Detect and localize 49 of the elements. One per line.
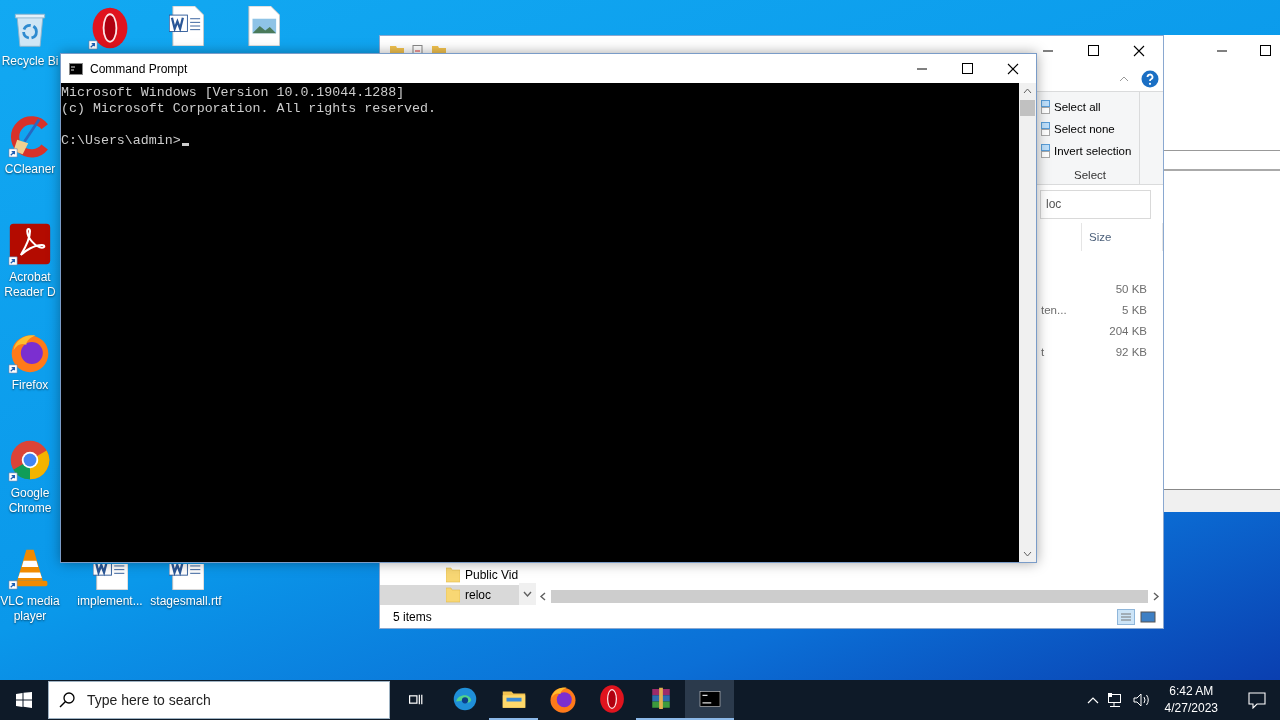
nav-item[interactable]: reloc	[380, 585, 519, 605]
table-cell-text: 92 KB	[1114, 345, 1148, 358]
clock-date[interactable]: 4/27/2023	[1164, 700, 1218, 717]
window-title: Command Prompt	[90, 61, 189, 76]
console-line: Microsoft Windows [Version 10.0.19044.1288]	[61, 85, 405, 100]
search-field[interactable]: Type here to search	[48, 681, 390, 719]
terminal-icon	[69, 62, 83, 75]
table-cell-text: 204 KB	[1108, 324, 1148, 337]
text-cursor	[181, 143, 189, 146]
ribbon-item[interactable]: Invert selection	[1041, 140, 1139, 162]
console-line: C:\Users\admin>	[61, 133, 181, 148]
maximize-icon[interactable]	[962, 62, 973, 74]
search-icon	[59, 692, 75, 708]
table-cell-text: 5 KB	[1121, 303, 1148, 316]
windows-icon	[16, 692, 32, 708]
clock-time[interactable]: 6:42 AM	[1169, 683, 1214, 700]
thumbnail-view-icon[interactable]	[1139, 608, 1157, 625]
taskbar-button[interactable]	[685, 680, 734, 720]
close-icon[interactable]	[1133, 45, 1145, 57]
volume-icon[interactable]	[1132, 692, 1151, 708]
scroll-left-icon[interactable]	[539, 592, 547, 601]
nav-item[interactable]: Public Vid	[380, 565, 519, 585]
table-cell-text: 50 KB	[1114, 282, 1148, 295]
table-cell-text: t	[1041, 345, 1046, 358]
scrollbar-thumb[interactable]	[551, 590, 1148, 603]
close-icon[interactable]	[1007, 62, 1019, 75]
status-text: 5 items	[393, 609, 432, 624]
scrollbar-thumb[interactable]	[1020, 100, 1035, 116]
selection-icon	[1041, 100, 1051, 114]
maximize-icon[interactable]	[1088, 45, 1099, 56]
help-icon[interactable]	[1141, 69, 1159, 88]
selection-icon	[1041, 144, 1051, 158]
selection-icon	[1041, 122, 1051, 136]
column-header[interactable]: Size	[1081, 223, 1163, 251]
folder-icon	[446, 567, 460, 583]
ribbon-item[interactable]: Select none	[1041, 118, 1139, 140]
search-field[interactable]: loc	[1040, 189, 1151, 219]
table-cell-text: ten...	[1041, 303, 1068, 316]
scroll-right-icon[interactable]	[1152, 592, 1160, 601]
notification-icon[interactable]	[1248, 691, 1266, 709]
scroll-down-icon[interactable]	[523, 590, 532, 598]
maximize-icon[interactable]	[1260, 44, 1271, 56]
ribbon-item[interactable]: Select all	[1041, 96, 1139, 118]
task-view-icon	[408, 693, 423, 705]
collapse-ribbon-icon[interactable]	[1119, 75, 1129, 82]
console-line: (c) Microsoft Corporation. All rights reserved.	[61, 101, 437, 116]
chevron-up-icon[interactable]	[1086, 696, 1099, 704]
folder-icon	[446, 587, 460, 603]
ribbon-group-label: Select	[1074, 169, 1106, 183]
